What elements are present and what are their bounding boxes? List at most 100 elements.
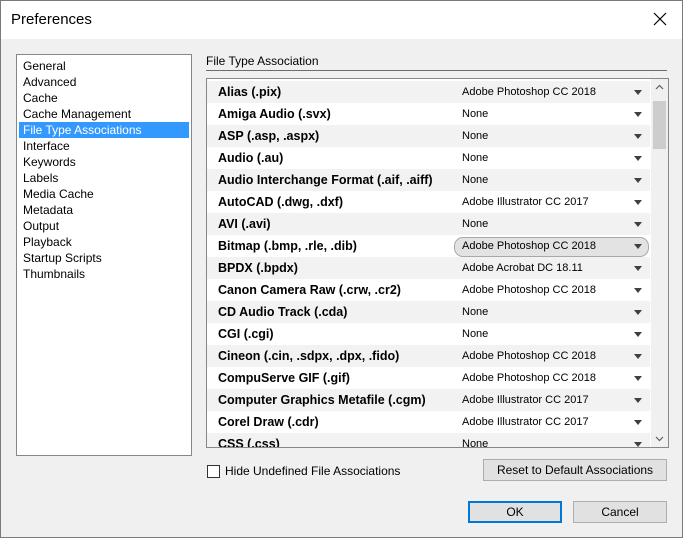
dropdown-arrow-icon <box>634 90 642 95</box>
dropdown-arrow-icon <box>634 112 642 117</box>
file-type-label: CGI (.cgi) <box>218 327 274 341</box>
file-type-label: BPDX (.bpdx) <box>218 261 298 275</box>
application-value: None <box>462 306 489 318</box>
chevron-up-icon <box>655 84 664 90</box>
vertical-scrollbar[interactable] <box>651 79 668 447</box>
category-item[interactable]: Metadata <box>19 202 189 218</box>
category-item[interactable]: Cache Management <box>19 106 189 122</box>
dropdown-arrow-icon <box>634 376 642 381</box>
association-row: Amiga Audio (.svx) None <box>207 103 650 125</box>
category-item[interactable]: Cache <box>19 90 189 106</box>
application-dropdown[interactable]: Adobe Photoshop CC 2018 <box>454 281 649 301</box>
association-row: Bitmap (.bmp, .rle, .dib) Adobe Photoshop… <box>207 235 650 257</box>
scroll-thumb[interactable] <box>653 101 666 149</box>
category-item[interactable]: General <box>19 58 189 74</box>
application-dropdown[interactable]: None <box>454 171 649 191</box>
application-dropdown[interactable]: Adobe Photoshop CC 2018 <box>454 237 649 257</box>
application-dropdown[interactable]: None <box>454 325 649 345</box>
association-row: ASP (.asp, .aspx) None <box>207 125 650 147</box>
section-divider <box>206 70 667 71</box>
application-dropdown[interactable]: None <box>454 435 649 448</box>
application-dropdown[interactable]: Adobe Illustrator CC 2017 <box>454 391 649 411</box>
dropdown-arrow-icon <box>634 310 642 315</box>
application-dropdown[interactable]: Adobe Acrobat DC 18.11 <box>454 259 649 279</box>
application-value: None <box>462 108 489 120</box>
dropdown-arrow-icon <box>634 178 642 183</box>
category-item[interactable]: Labels <box>19 170 189 186</box>
application-dropdown[interactable]: None <box>454 215 649 235</box>
association-row: Corel Draw (.cdr) Adobe Illustrator CC 20… <box>207 411 650 433</box>
dropdown-arrow-icon <box>634 420 642 425</box>
application-value: None <box>462 328 489 340</box>
association-row: CD Audio Track (.cda) None <box>207 301 650 323</box>
association-row: AutoCAD (.dwg, .dxf) Adobe Illustrator CC… <box>207 191 650 213</box>
application-dropdown[interactable]: None <box>454 303 649 323</box>
section-title: File Type Association <box>206 54 319 68</box>
dropdown-arrow-icon <box>634 134 642 139</box>
cancel-button[interactable]: Cancel <box>573 501 667 523</box>
file-type-label: Cineon (.cin, .sdpx, .dpx, .fido) <box>218 349 400 363</box>
dropdown-arrow-icon <box>634 200 642 205</box>
category-item[interactable]: File Type Associations <box>19 122 189 138</box>
file-type-label: Computer Graphics Metafile (.cgm) <box>218 393 426 407</box>
association-row: Canon Camera Raw (.crw, .cr2) Adobe Photo… <box>207 279 650 301</box>
association-row: AVI (.avi) None <box>207 213 650 235</box>
file-type-label: CompuServe GIF (.gif) <box>218 371 350 385</box>
category-item[interactable]: Startup Scripts <box>19 250 189 266</box>
category-list: General Advanced Cache Cache Management File… <box>16 54 192 456</box>
file-type-label: CSS (.css) <box>218 437 280 448</box>
file-type-label: CD Audio Track (.cda) <box>218 305 348 319</box>
preferences-dialog: Preferences General Advanced Cache Cache Ma… <box>0 0 683 538</box>
application-dropdown[interactable]: Adobe Photoshop CC 2018 <box>454 369 649 389</box>
ok-button[interactable]: OK <box>468 501 562 523</box>
application-value: Adobe Photoshop CC 2018 <box>462 350 596 362</box>
close-button[interactable] <box>650 9 670 29</box>
category-item[interactable]: Keywords <box>19 154 189 170</box>
application-dropdown[interactable]: Adobe Illustrator CC 2017 <box>454 193 649 213</box>
reset-defaults-button[interactable]: Reset to Default Associations <box>483 459 667 481</box>
category-item[interactable]: Advanced <box>19 74 189 90</box>
scroll-up-button[interactable] <box>651 79 668 96</box>
file-type-label: Bitmap (.bmp, .rle, .dib) <box>218 239 357 253</box>
hide-undefined-checkbox-row[interactable]: Hide Undefined File Associations <box>207 463 400 479</box>
application-dropdown[interactable]: Adobe Illustrator CC 2017 <box>454 413 649 433</box>
application-value: Adobe Photoshop CC 2018 <box>462 240 596 252</box>
application-dropdown[interactable]: Adobe Photoshop CC 2018 <box>454 83 649 103</box>
file-type-label: Canon Camera Raw (.crw, .cr2) <box>218 283 401 297</box>
application-dropdown[interactable]: Adobe Photoshop CC 2018 <box>454 347 649 367</box>
file-type-label: Audio Interchange Format (.aif, .aiff) <box>218 173 433 187</box>
category-item[interactable]: Output <box>19 218 189 234</box>
application-dropdown[interactable]: None <box>454 105 649 125</box>
category-item[interactable]: Thumbnails <box>19 266 189 282</box>
application-dropdown[interactable]: None <box>454 127 649 147</box>
title-bar: Preferences <box>1 1 682 39</box>
category-item[interactable]: Interface <box>19 138 189 154</box>
scroll-down-button[interactable] <box>651 430 668 447</box>
file-type-label: ASP (.asp, .aspx) <box>218 129 320 143</box>
association-row: CGI (.cgi) None <box>207 323 650 345</box>
dropdown-arrow-icon <box>634 156 642 161</box>
association-row: Cineon (.cin, .sdpx, .dpx, .fido) Adobe P… <box>207 345 650 367</box>
file-type-label: AVI (.avi) <box>218 217 271 231</box>
association-row: Alias (.pix) Adobe Photoshop CC 2018 <box>207 81 650 103</box>
application-value: Adobe Illustrator CC 2017 <box>462 416 589 428</box>
application-dropdown[interactable]: None <box>454 149 649 169</box>
hide-undefined-label: Hide Undefined File Associations <box>225 464 401 478</box>
file-type-label: Audio (.au) <box>218 151 284 165</box>
dropdown-arrow-icon <box>634 222 642 227</box>
application-value: None <box>462 438 489 448</box>
category-item[interactable]: Playback <box>19 234 189 250</box>
dialog-title: Preferences <box>11 11 92 28</box>
application-value: Adobe Illustrator CC 2017 <box>462 196 589 208</box>
association-row: BPDX (.bpdx) Adobe Acrobat DC 18.11 <box>207 257 650 279</box>
dropdown-arrow-icon <box>634 398 642 403</box>
category-item[interactable]: Media Cache <box>19 186 189 202</box>
association-row: CSS (.css) None <box>207 433 650 448</box>
dropdown-arrow-icon <box>634 244 642 249</box>
association-row: Computer Graphics Metafile (.cgm) Adobe I… <box>207 389 650 411</box>
file-type-label: Alias (.pix) <box>218 85 282 99</box>
association-row: CompuServe GIF (.gif) Adobe Photoshop CC … <box>207 367 650 389</box>
close-icon <box>653 12 667 26</box>
hide-undefined-checkbox[interactable] <box>207 464 220 478</box>
file-type-label: AutoCAD (.dwg, .dxf) <box>218 195 343 209</box>
